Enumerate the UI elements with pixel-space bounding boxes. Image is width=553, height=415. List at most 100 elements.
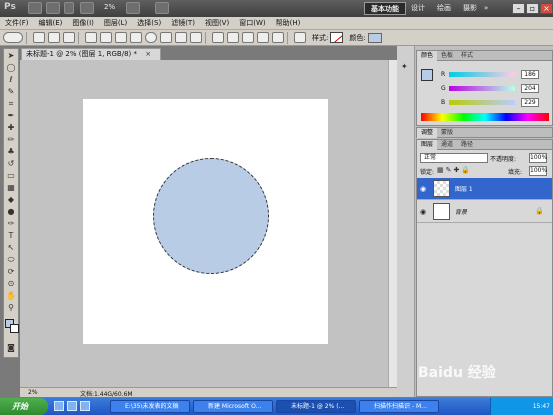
quicklaunch-icon[interactable] (67, 401, 77, 411)
type-tool-icon[interactable]: T (4, 230, 18, 241)
lasso-tool-icon[interactable]: ℓ (4, 74, 18, 85)
polygon-tool-icon[interactable] (160, 32, 172, 43)
style-picker[interactable] (330, 32, 344, 43)
3d-rotate-tool-icon[interactable]: ⟳ (4, 266, 18, 277)
tab-styles[interactable]: 样式 (457, 51, 477, 61)
bridge-icon[interactable] (28, 2, 42, 14)
tab-paths[interactable]: 路径 (457, 140, 477, 150)
menu-file[interactable]: 文件(F) (0, 17, 34, 30)
workspace-painting[interactable]: 绘画 (431, 2, 457, 15)
tab-channels[interactable]: 通道 (437, 140, 457, 150)
workspace-essentials[interactable]: 基本功能 (364, 2, 406, 15)
blend-mode-select[interactable]: 正常 (420, 153, 488, 163)
mini-bridge-icon[interactable] (46, 2, 60, 14)
document-tab[interactable]: 未标题-1 @ 2% (图层 1, RGB/8) * × (21, 48, 161, 60)
intersect-mode-icon[interactable] (257, 32, 269, 43)
task-scanner[interactable]: 扫描作扫描识 - M... (359, 400, 439, 413)
lock-icons[interactable]: ▦✎✚🔒 (437, 166, 472, 174)
eyedropper-tool-icon[interactable]: ✒ (4, 110, 18, 121)
menu-help[interactable]: 帮助(H) (271, 17, 306, 30)
healing-brush-icon[interactable]: ✚ (4, 122, 18, 133)
rounded-rectangle-icon[interactable] (130, 32, 142, 43)
tab-color[interactable]: 颜色 (417, 50, 438, 61)
color-swatch[interactable] (367, 32, 382, 43)
fill-pixels-icon[interactable] (63, 32, 75, 43)
pen-tool-icon[interactable] (85, 32, 97, 43)
workspace-design[interactable]: 设计 (405, 2, 431, 15)
panel-icon[interactable]: ✦ (401, 62, 411, 72)
shape-layers-icon[interactable] (33, 32, 45, 43)
tab-adjustments[interactable]: 调整 (417, 127, 438, 138)
channel-r-slider[interactable] (449, 72, 515, 77)
menu-select[interactable]: 选择(S) (132, 17, 166, 30)
add-mode-icon[interactable] (227, 32, 239, 43)
paths-icon[interactable] (48, 32, 60, 43)
task-word[interactable]: 新建 Microsoft O... (193, 400, 273, 413)
foreground-color-chip[interactable] (421, 69, 433, 81)
screen-mode-icon[interactable] (155, 2, 169, 14)
dodge-tool-icon[interactable]: ● (4, 206, 18, 217)
history-brush-icon[interactable]: ↺ (4, 158, 18, 169)
color-swatches[interactable] (5, 319, 19, 333)
background-color-swatch[interactable] (10, 324, 19, 333)
tab-masks[interactable]: 蒙版 (437, 128, 457, 138)
path-select-tool-icon[interactable]: ↖ (4, 242, 18, 253)
eraser-tool-icon[interactable]: ▭ (4, 170, 18, 181)
clone-stamp-icon[interactable]: ♣ (4, 146, 18, 157)
visibility-eye-icon[interactable]: ◉ (420, 208, 426, 216)
move-tool-icon[interactable]: ➤ (4, 50, 18, 61)
layer-row-background[interactable]: ◉ 背景 🔒 (417, 201, 552, 223)
view-extras-icon[interactable] (80, 2, 94, 14)
channel-b-value[interactable]: 229 (521, 98, 539, 107)
zoom-tool-icon[interactable]: ⚲ (4, 302, 18, 313)
gradient-tool-icon[interactable]: ▦ (4, 182, 18, 193)
menu-image[interactable]: 图像(I) (67, 17, 99, 30)
menu-filter[interactable]: 滤镜(T) (166, 17, 200, 30)
ellipse-tool-preset-icon[interactable] (3, 32, 23, 43)
quick-select-tool-icon[interactable]: ✎ (4, 86, 18, 97)
vertical-scrollbar[interactable] (388, 60, 397, 387)
custom-shape-icon[interactable] (190, 32, 202, 43)
menu-layer[interactable]: 图层(L) (99, 17, 132, 30)
channel-b-slider[interactable] (449, 100, 515, 105)
menu-view[interactable]: 视图(V) (200, 17, 234, 30)
hand-tool-icon[interactable]: ✋ (4, 290, 18, 301)
layer-row-layer-1[interactable]: ◉ 图层 1 (417, 178, 552, 200)
elliptical-selection[interactable] (153, 158, 269, 274)
task-explorer[interactable]: E:\35\未发表的文稿 (110, 400, 190, 413)
minimize-icon[interactable]: – (512, 3, 525, 14)
task-photoshop[interactable]: 未标题-1 @ 2% (... (276, 400, 356, 413)
tab-layers[interactable]: 图层 (417, 139, 438, 150)
blur-tool-icon[interactable]: ◆ (4, 194, 18, 205)
new-layer-mode-icon[interactable] (212, 32, 224, 43)
brush-tool-icon[interactable]: ✏ (4, 134, 18, 145)
3d-orbit-tool-icon[interactable]: ⊙ (4, 278, 18, 289)
line-tool-icon[interactable] (175, 32, 187, 43)
menu-window[interactable]: 窗口(W) (234, 17, 270, 30)
close-icon[interactable]: × (540, 3, 553, 14)
rectangle-tool-icon[interactable] (115, 32, 127, 43)
subtract-mode-icon[interactable] (242, 32, 254, 43)
visibility-eye-icon[interactable]: ◉ (420, 185, 426, 193)
fill-input[interactable]: 100% (529, 166, 547, 176)
channel-g-value[interactable]: 204 (521, 84, 539, 93)
marquee-tool-icon[interactable]: ◯ (4, 62, 18, 73)
close-document-icon[interactable]: × (145, 50, 151, 58)
ellipse-tool-icon[interactable] (145, 32, 157, 43)
start-button[interactable]: 开始 (0, 398, 48, 415)
workspace-more[interactable]: » (478, 2, 494, 15)
exclude-mode-icon[interactable] (272, 32, 284, 43)
color-spectrum[interactable] (421, 113, 549, 121)
opacity-input[interactable]: 100% (529, 153, 547, 163)
zoom-level-dropdown[interactable]: 2% (104, 3, 115, 11)
menu-edit[interactable]: 编辑(E) (34, 17, 68, 30)
extras-icon[interactable] (64, 2, 74, 14)
tab-swatches[interactable]: 色板 (437, 51, 457, 61)
freeform-pen-icon[interactable] (100, 32, 112, 43)
clock[interactable]: 15:47 (533, 403, 550, 410)
link-icon[interactable] (294, 32, 306, 43)
arrange-documents-icon[interactable] (126, 2, 140, 14)
ellipse-shape-tool-icon[interactable]: ⬭ (4, 254, 18, 265)
restore-icon[interactable]: ▫ (526, 3, 539, 14)
status-zoom[interactable]: 2% (28, 389, 38, 396)
